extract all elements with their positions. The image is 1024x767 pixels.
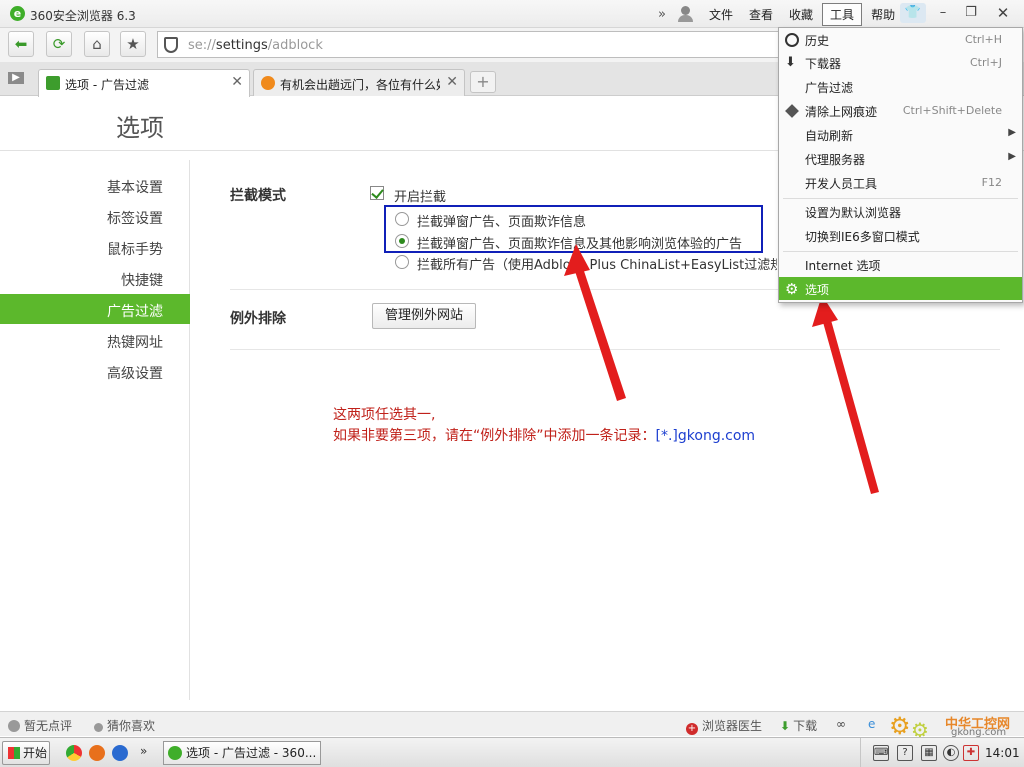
network-icon[interactable]: ▦ — [921, 745, 937, 761]
clock: 14:01 — [985, 746, 1020, 760]
os-taskbar: 开始 » 选项 - 广告过滤 - 360... ⌨ ? ▦ ◐ ✚ 14:01 — [0, 737, 1024, 767]
download-arrow-icon: ⬇ — [780, 719, 791, 733]
status-bar: 暂无点评 猜你喜欢 + 浏览器医生 ⬇ 下载 ∞ e — [0, 711, 1024, 736]
eraser-icon — [785, 104, 799, 118]
windows-flag-icon — [8, 747, 20, 759]
annotation-arrow-left-head — [564, 244, 590, 276]
download-status[interactable]: ⬇ 下载 — [780, 717, 817, 734]
volume-icon[interactable]: ◐ — [943, 745, 959, 761]
ie-icon[interactable]: e — [868, 717, 875, 731]
annotation-arrow-left — [573, 262, 626, 401]
annotation-arrow-right — [821, 313, 879, 494]
security-shield-icon[interactable]: ✚ — [963, 745, 979, 761]
quicklaunch-more[interactable]: » — [140, 744, 147, 758]
browser-logo-icon — [168, 746, 182, 760]
help-icon[interactable]: ? — [897, 745, 913, 761]
menu-item-internet-options[interactable]: Internet 选项 — [779, 253, 1022, 276]
dot-icon — [94, 723, 103, 732]
browser-doctor[interactable]: + 浏览器医生 — [686, 717, 762, 735]
menu-item-adblock[interactable]: 广告过滤 — [779, 75, 1022, 98]
gear-icon: ⚙ — [785, 280, 799, 298]
chrome-icon[interactable] — [66, 745, 82, 761]
menu-item-proxy[interactable]: 代理服务器 ▶ — [779, 147, 1022, 170]
menu-item-devtools[interactable]: 开发人员工具 F12 — [779, 171, 1022, 194]
tools-dropdown-menu: 历史 Ctrl+H ⬇ 下载器 Ctrl+J 广告过滤 清除上网痕迹 Ctrl+Shi… — [778, 27, 1023, 303]
doctor-icon: + — [686, 723, 698, 735]
clock-icon — [785, 33, 799, 47]
mask-icon[interactable]: ∞ — [836, 717, 846, 731]
start-button[interactable]: 开始 — [2, 741, 50, 765]
guess-you-like[interactable]: 猜你喜欢 — [94, 717, 155, 734]
menu-item-downloader[interactable]: ⬇ 下载器 Ctrl+J — [779, 51, 1022, 74]
menu-item-set-default[interactable]: 设置为默认浏览器 — [779, 200, 1022, 223]
menu-item-history[interactable]: 历史 Ctrl+H — [779, 28, 1022, 51]
apple-icon — [8, 720, 20, 732]
menu-item-options[interactable]: ⚙ 选项 — [779, 277, 1022, 300]
system-tray: ⌨ ? ▦ ◐ ✚ 14:01 — [860, 738, 1024, 767]
menu-separator — [783, 251, 1018, 252]
keyboard-icon[interactable]: ⌨ — [873, 745, 889, 761]
submenu-arrow-icon: ▶ — [1008, 151, 1016, 162]
media-player-icon[interactable] — [112, 745, 128, 761]
submenu-arrow-icon: ▶ — [1008, 127, 1016, 138]
menu-item-ie6-mode[interactable]: 切换到IE6多窗口模式 — [779, 224, 1022, 247]
rating-status[interactable]: 暂无点评 — [8, 717, 72, 734]
gear-logo-icon: ⚙ — [889, 712, 911, 740]
firefox-icon[interactable] — [89, 745, 105, 761]
menu-separator — [783, 198, 1018, 199]
download-icon: ⬇ — [785, 55, 796, 70]
taskbar-browser-window[interactable]: 选项 - 广告过滤 - 360... — [163, 741, 321, 765]
menu-item-auto-refresh[interactable]: 自动刷新 ▶ — [779, 123, 1022, 146]
menu-item-clear-traces[interactable]: 清除上网痕迹 Ctrl+Shift+Delete — [779, 99, 1022, 122]
gkong-watermark: ⚙ ⚙ 中华工控网 gkong.com — [889, 712, 1011, 742]
